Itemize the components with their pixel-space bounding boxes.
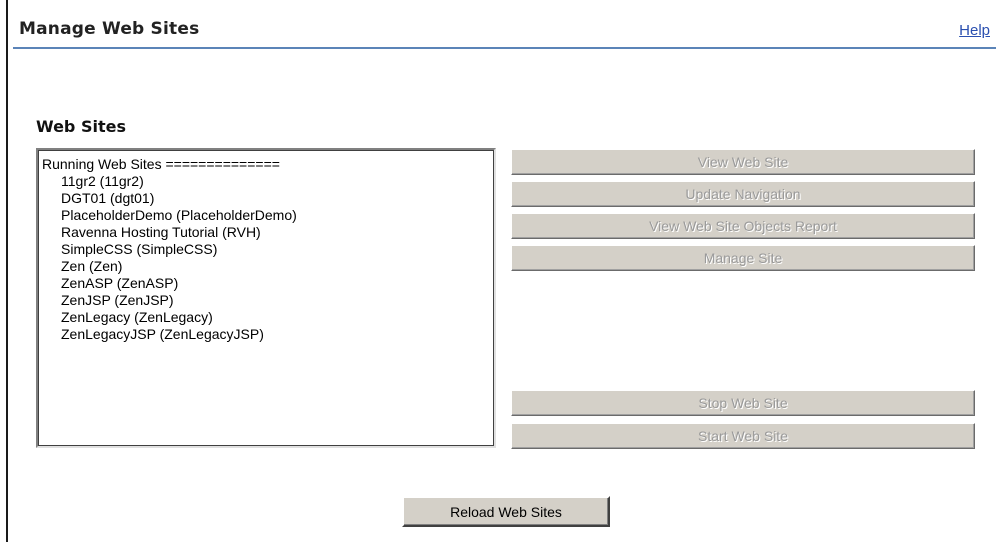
- reload-web-sites-button[interactable]: Reload Web Sites: [402, 496, 610, 527]
- manage-site-button[interactable]: Manage Site: [511, 245, 975, 271]
- list-group-header[interactable]: Running Web Sites ==============: [42, 156, 494, 173]
- update-navigation-button[interactable]: Update Navigation: [511, 181, 975, 207]
- help-link[interactable]: Help: [959, 22, 990, 39]
- list-item[interactable]: 11gr2 (11gr2): [42, 173, 494, 190]
- title-divider: [13, 47, 996, 49]
- stop-web-site-button[interactable]: Stop Web Site: [511, 390, 975, 416]
- list-item[interactable]: ZenASP (ZenASP): [42, 275, 494, 292]
- start-web-site-button[interactable]: Start Web Site: [511, 423, 975, 449]
- list-item[interactable]: PlaceholderDemo (PlaceholderDemo): [42, 207, 494, 224]
- list-item[interactable]: ZenJSP (ZenJSP): [42, 292, 494, 309]
- view-objects-report-button[interactable]: View Web Site Objects Report: [511, 213, 975, 239]
- web-sites-listbox[interactable]: Running Web Sites ============== 11gr2 (…: [36, 148, 496, 448]
- list-item[interactable]: Ravenna Hosting Tutorial (RVH): [42, 224, 494, 241]
- page-title: Manage Web Sites: [19, 19, 200, 39]
- list-item[interactable]: SimpleCSS (SimpleCSS): [42, 241, 494, 258]
- list-item[interactable]: Zen (Zen): [42, 258, 494, 275]
- list-item[interactable]: DGT01 (dgt01): [42, 190, 494, 207]
- window-left-border: [6, 0, 8, 542]
- list-item[interactable]: ZenLegacy (ZenLegacy): [42, 309, 494, 326]
- section-heading: Web Sites: [36, 117, 126, 136]
- list-item[interactable]: ZenLegacyJSP (ZenLegacyJSP): [42, 326, 494, 343]
- view-web-site-button[interactable]: View Web Site: [511, 149, 975, 175]
